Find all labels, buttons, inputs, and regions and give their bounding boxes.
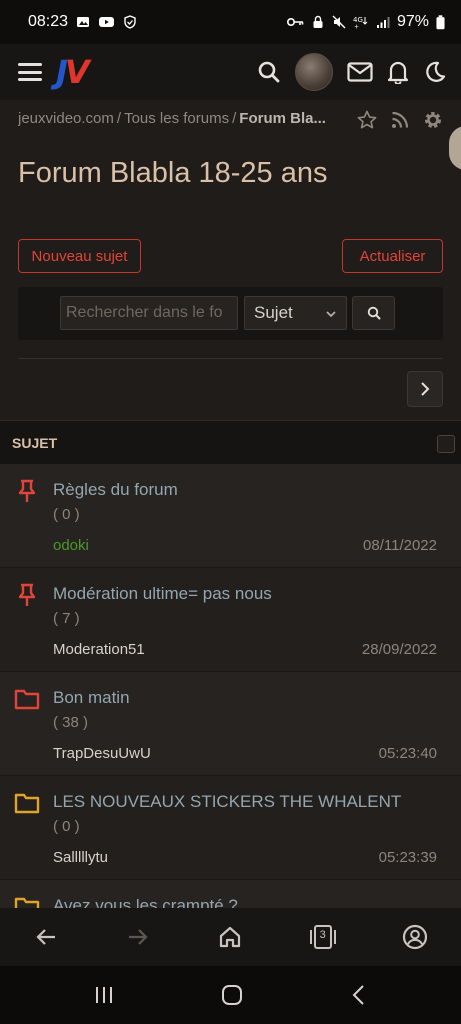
mail-icon[interactable] xyxy=(347,61,373,83)
rss-icon[interactable] xyxy=(391,111,409,129)
search-type-select[interactable]: Sujet xyxy=(244,296,347,330)
column-header-subject: SUJET xyxy=(12,434,58,451)
search-submit-button[interactable] xyxy=(352,296,395,330)
breadcrumb-current: Forum Bla... xyxy=(239,110,326,127)
select-all-checkbox[interactable] xyxy=(437,435,455,453)
youtube-icon xyxy=(99,17,115,27)
topic-author[interactable]: Moderation51 xyxy=(53,641,145,658)
topic-title[interactable]: Bon matin xyxy=(53,688,130,708)
divider xyxy=(18,358,443,359)
topic-row[interactable]: Bon matin ( 38 ) TrapDesuUwU 05:23:40 xyxy=(0,672,461,776)
chevron-right-icon xyxy=(421,382,430,396)
pin-icon xyxy=(18,479,36,502)
topic-date: 05:23:40 xyxy=(378,745,437,762)
folder-yellow-icon xyxy=(14,793,40,814)
topic-row[interactable]: Modération ultime= pas nous ( 7 ) Modera… xyxy=(0,568,461,672)
folder-red-icon xyxy=(14,689,40,710)
battery-percent: 97% xyxy=(396,13,429,30)
breadcrumb-link-all-forums[interactable]: Tous les forums xyxy=(124,110,229,127)
topic-date: 05:23:39 xyxy=(378,849,437,866)
forum-actions xyxy=(357,110,443,130)
tabs-count: 3 xyxy=(319,929,326,941)
topic-author[interactable]: Salllllytu xyxy=(53,849,108,866)
top-navbar: JV xyxy=(0,44,461,100)
topic-reply-count: ( 0 ) xyxy=(53,818,80,835)
shield-icon xyxy=(124,15,136,29)
breadcrumb-link-home[interactable]: jeuxvideo.com xyxy=(18,110,114,127)
back-button-icon[interactable] xyxy=(349,983,369,1007)
pin-icon xyxy=(18,583,36,606)
user-avatar[interactable] xyxy=(295,53,333,91)
next-page-button[interactable] xyxy=(407,371,443,407)
topic-author[interactable]: odoki xyxy=(53,537,89,554)
topic-reply-count: ( 7 ) xyxy=(53,610,80,627)
dark-mode-moon-icon[interactable] xyxy=(423,60,447,84)
topic-date: 08/11/2022 xyxy=(363,537,437,554)
home-icon[interactable] xyxy=(216,923,244,951)
hamburger-menu-icon[interactable] xyxy=(18,63,42,81)
jv-logo[interactable]: JV xyxy=(56,56,90,88)
topic-list-header: SUJET xyxy=(0,420,461,464)
recent-apps-icon[interactable] xyxy=(93,984,115,1006)
forward-arrow-icon[interactable] xyxy=(124,923,152,951)
status-bar: 08:23 4G + 97% xyxy=(0,0,461,44)
gear-icon[interactable] xyxy=(423,110,443,130)
side-panel-handle[interactable] xyxy=(449,126,461,170)
topic-title[interactable]: Règles du forum xyxy=(53,480,178,500)
account-icon[interactable] xyxy=(401,923,429,951)
bell-icon[interactable] xyxy=(387,60,409,84)
breadcrumb-separator: / xyxy=(232,110,237,127)
breadcrumb-separator: / xyxy=(116,110,122,127)
forum-search-bar: Rechercher dans le fo Sujet xyxy=(18,287,443,340)
new-topic-button[interactable]: Nouveau sujet xyxy=(18,239,141,273)
mute-icon xyxy=(332,15,346,29)
gallery-icon xyxy=(77,17,90,27)
signal-icon xyxy=(376,17,390,28)
home-button-icon[interactable] xyxy=(220,983,244,1007)
topic-reply-count: ( 0 ) xyxy=(53,506,80,523)
status-time: 08:23 xyxy=(28,13,69,30)
topic-row[interactable]: Règles du forum ( 0 ) odoki 08/11/2022 xyxy=(0,464,461,568)
topic-reply-count: ( 38 ) xyxy=(53,714,89,731)
search-type-value: Sujet xyxy=(254,303,293,322)
topic-row[interactable]: LES NOUVEAUX STICKERS THE WHALENT ( 0 ) … xyxy=(0,776,461,880)
tabs-icon[interactable]: 3 xyxy=(309,923,337,951)
battery-icon xyxy=(436,14,445,29)
star-icon[interactable] xyxy=(357,110,377,130)
search-icon xyxy=(367,306,380,320)
browser-toolbar: 3 xyxy=(0,908,461,966)
breadcrumb: jeuxvideo.com / Tous les forums / Forum … xyxy=(18,110,348,127)
topic-title[interactable]: LES NOUVEAUX STICKERS THE WHALENT xyxy=(53,792,401,812)
topic-title[interactable]: Modération ultime= pas nous xyxy=(53,584,272,604)
lock-icon xyxy=(313,15,323,28)
chevron-down-icon xyxy=(326,311,336,318)
search-icon[interactable] xyxy=(257,60,281,84)
svg-text:+: + xyxy=(354,24,359,30)
topic-date: 28/09/2022 xyxy=(361,641,437,658)
page-title: Forum Blabla 18-25 ans xyxy=(18,157,328,189)
search-input[interactable]: Rechercher dans le fo xyxy=(60,296,238,330)
refresh-button[interactable]: Actualiser xyxy=(342,239,443,273)
lte-icon: 4G+ xyxy=(353,16,368,30)
key-icon xyxy=(286,17,304,27)
android-navigation-bar xyxy=(0,966,461,1024)
back-arrow-icon[interactable] xyxy=(32,923,60,951)
topic-author[interactable]: TrapDesuUwU xyxy=(53,745,151,762)
